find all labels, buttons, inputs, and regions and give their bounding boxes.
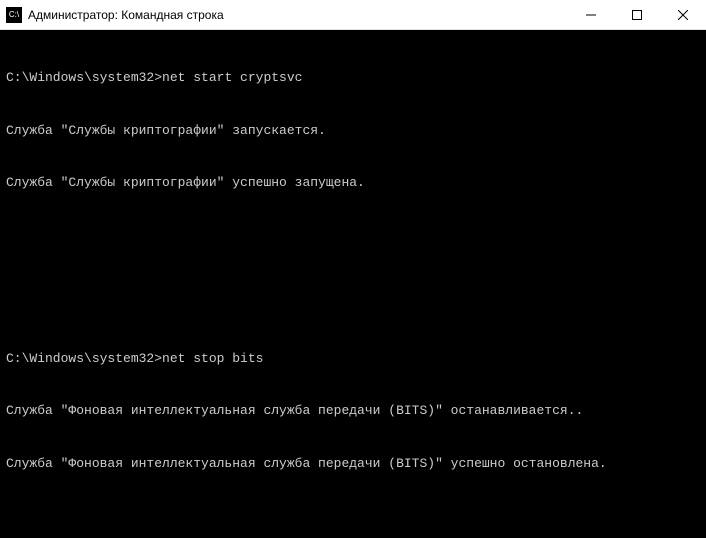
close-button[interactable]	[660, 0, 706, 29]
output-line: Служба "Фоновая интеллектуальная служба …	[6, 402, 700, 420]
blank-line	[6, 227, 700, 245]
titlebar[interactable]: C:\ Администратор: Командная строка	[0, 0, 706, 30]
command-line: C:\Windows\system32>net stop bits	[6, 350, 700, 368]
minimize-button[interactable]	[568, 0, 614, 29]
terminal-output[interactable]: C:\Windows\system32>net start cryptsvc С…	[0, 30, 706, 538]
prompt: C:\Windows\system32>	[6, 70, 162, 85]
command-text: net stop bits	[162, 351, 263, 366]
command-prompt-window: C:\ Администратор: Командная строка C:\W…	[0, 0, 706, 538]
output-line: Служба "Службы криптографии" запускается…	[6, 122, 700, 140]
window-controls	[568, 0, 706, 29]
command-line: C:\Windows\system32>net start cryptsvc	[6, 69, 700, 87]
blank-line	[6, 508, 700, 526]
window-title: Администратор: Командная строка	[28, 8, 568, 22]
cmd-icon-label: C:\	[9, 10, 19, 19]
output-line: Служба "Службы криптографии" успешно зап…	[6, 174, 700, 192]
blank-line	[6, 280, 700, 298]
maximize-button[interactable]	[614, 0, 660, 29]
command-text: net start cryptsvc	[162, 70, 302, 85]
prompt: C:\Windows\system32>	[6, 351, 162, 366]
cmd-icon: C:\	[6, 7, 22, 23]
output-line: Служба "Фоновая интеллектуальная служба …	[6, 455, 700, 473]
